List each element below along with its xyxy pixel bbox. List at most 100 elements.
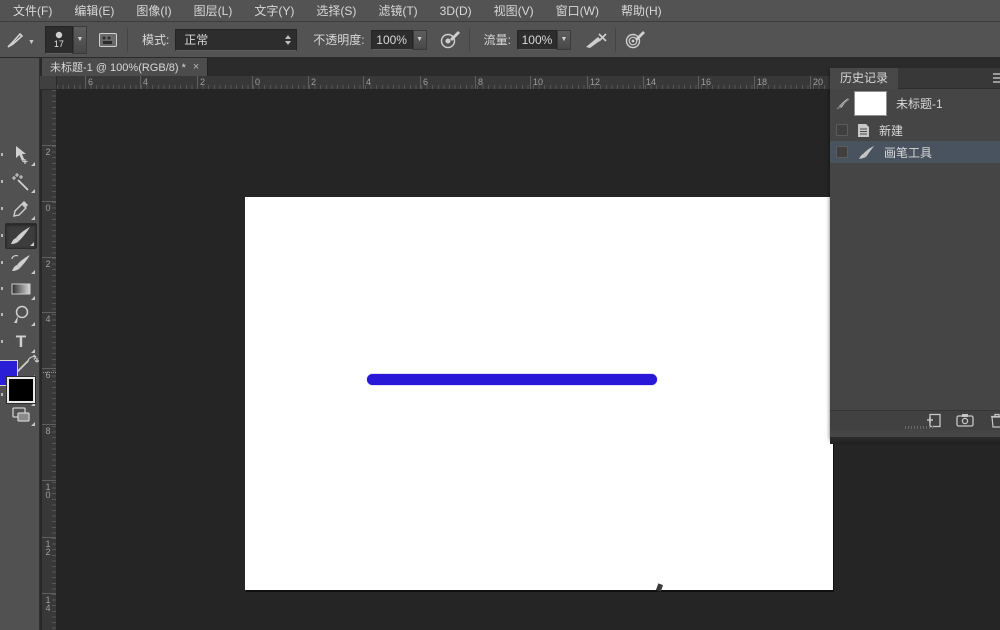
tool-group-corner <box>30 242 34 246</box>
menu-bar: 文件(F)编辑(E)图像(I)图层(L)文字(Y)选择(S)滤镜(T)3D(D)… <box>0 0 1000 22</box>
menu-item-1[interactable]: 编辑(E) <box>63 0 125 22</box>
history-source-checkbox[interactable] <box>836 146 848 158</box>
ruler-number: 1 4 <box>44 596 52 612</box>
pressure-opacity-icon[interactable] <box>437 27 463 53</box>
move-tool[interactable] <box>5 142 37 168</box>
type-tool[interactable]: T <box>5 329 37 355</box>
tool-slot-dot <box>1 261 3 264</box>
blend-mode-select[interactable]: 正常 <box>175 29 297 51</box>
flow-input[interactable]: 100% <box>517 30 557 50</box>
history-panel: 历史记录 未标题-1新建画笔工具 <box>830 68 1000 437</box>
ruler-tick <box>42 312 57 313</box>
history-panel-header: 历史记录 <box>830 68 1000 89</box>
tool-slot-dot <box>1 180 3 183</box>
ruler-number: 4 <box>143 77 148 87</box>
ruler-tick <box>42 257 57 258</box>
opacity-label: 不透明度: <box>313 31 364 48</box>
ruler-tick <box>42 537 57 538</box>
mode-label: 模式: <box>142 31 169 48</box>
menu-item-0[interactable]: 文件(F) <box>2 0 63 22</box>
tool-slot-dot <box>1 207 3 210</box>
ruler-tick <box>140 76 141 90</box>
flow-value: 100% <box>522 33 553 47</box>
history-panel-tab[interactable]: 历史记录 <box>830 68 898 89</box>
flow-arrow[interactable]: ▼ <box>557 30 571 50</box>
ruler-number: 6 <box>44 371 52 379</box>
ruler-number: 20 <box>813 77 823 87</box>
ruler-number: 10 <box>533 77 543 87</box>
ruler-number: 1 2 <box>44 540 52 556</box>
pressure-size-icon[interactable] <box>622 27 648 53</box>
brush-preset-picker[interactable]: 17 <box>45 26 73 54</box>
history-entry-0[interactable]: 未标题-1 <box>830 88 1000 119</box>
history-panel-footer <box>830 410 1000 430</box>
swap-colors-icon[interactable] <box>26 353 39 371</box>
history-entry-1[interactable]: 新建 <box>830 119 1000 141</box>
options-separator <box>469 28 470 52</box>
tool-preset-arrow-icon[interactable]: ▼ <box>28 39 35 46</box>
menu-item-6[interactable]: 滤镜(T) <box>367 0 428 22</box>
ruler-number: 0 <box>255 77 260 87</box>
menu-item-9[interactable]: 窗口(W) <box>545 0 610 22</box>
tab-close-icon[interactable]: × <box>193 61 199 73</box>
ruler-number: 16 <box>701 77 711 87</box>
panel-menu-icon[interactable] <box>993 73 1000 84</box>
options-separator <box>615 28 616 52</box>
ruler-number: 12 <box>590 77 600 87</box>
ruler-number: 18 <box>757 77 767 87</box>
document-canvas[interactable] <box>245 197 833 590</box>
document-tab[interactable]: 未标题-1 @ 100%(RGB/8) * × <box>42 58 208 76</box>
menu-item-10[interactable]: 帮助(H) <box>610 0 673 22</box>
ruler-tick <box>420 76 421 90</box>
screen-mode-icon[interactable] <box>5 402 37 428</box>
dodge-tool[interactable] <box>5 302 37 328</box>
ruler-tick <box>754 76 755 90</box>
opacity-arrow[interactable]: ▼ <box>413 30 427 50</box>
ruler-number: 6 <box>423 77 428 87</box>
eyedropper-tool[interactable] <box>5 196 37 222</box>
history-entry-2[interactable]: 画笔工具 <box>830 141 1000 163</box>
tool-preset-brush-icon[interactable] <box>2 27 28 53</box>
history-source-icon[interactable] <box>835 97 851 111</box>
gradient-tool[interactable] <box>5 276 37 302</box>
history-brush-tool[interactable] <box>5 250 37 276</box>
new-document-from-state-icon[interactable] <box>926 413 942 433</box>
airbrush-toggle-icon[interactable] <box>583 27 609 53</box>
panel-resize-grip[interactable] <box>905 426 933 429</box>
opacity-input[interactable]: 100% <box>371 30 413 50</box>
magic-wand-tool[interactable] <box>5 169 37 195</box>
ruler-number: 2 <box>200 77 205 87</box>
vertical-ruler: 2024681 01 21 4 <box>42 90 57 630</box>
snapshot-thumbnail <box>854 91 887 116</box>
tool-slot-dot <box>1 287 3 290</box>
tool-group-corner <box>31 216 35 220</box>
brush-icon <box>857 145 875 160</box>
menu-item-2[interactable]: 图像(I) <box>125 0 182 22</box>
history-source-checkbox[interactable] <box>836 124 848 136</box>
toggle-brush-panel-icon[interactable] <box>95 27 121 53</box>
delete-state-trash-icon[interactable] <box>990 413 1000 433</box>
ruler-tick <box>42 368 57 369</box>
tool-slot-dot <box>1 393 3 396</box>
tool-group-corner <box>31 162 35 166</box>
ruler-number: 4 <box>44 315 52 323</box>
tool-slot-dot <box>1 153 3 156</box>
background-color-swatch[interactable] <box>7 377 35 403</box>
menu-item-3[interactable]: 图层(L) <box>183 0 244 22</box>
ruler-number: 1 0 <box>44 483 52 499</box>
brush-picker-arrow[interactable]: ▼ <box>73 26 87 54</box>
options-separator <box>127 28 128 52</box>
menu-item-5[interactable]: 选择(S) <box>305 0 367 22</box>
ruler-origin-corner[interactable] <box>40 76 57 90</box>
menu-item-7[interactable]: 3D(D) <box>429 0 483 22</box>
ruler-tick <box>42 424 57 425</box>
blue-brush-stroke <box>367 374 657 385</box>
blend-mode-value: 正常 <box>184 31 208 48</box>
ruler-number: 6 <box>88 77 93 87</box>
menu-item-4[interactable]: 文字(Y) <box>243 0 305 22</box>
opacity-value: 100% <box>376 33 407 47</box>
document-icon <box>857 123 870 138</box>
menu-item-8[interactable]: 视图(V) <box>483 0 545 22</box>
brush-tool[interactable] <box>5 223 37 249</box>
new-snapshot-camera-icon[interactable] <box>956 413 974 432</box>
